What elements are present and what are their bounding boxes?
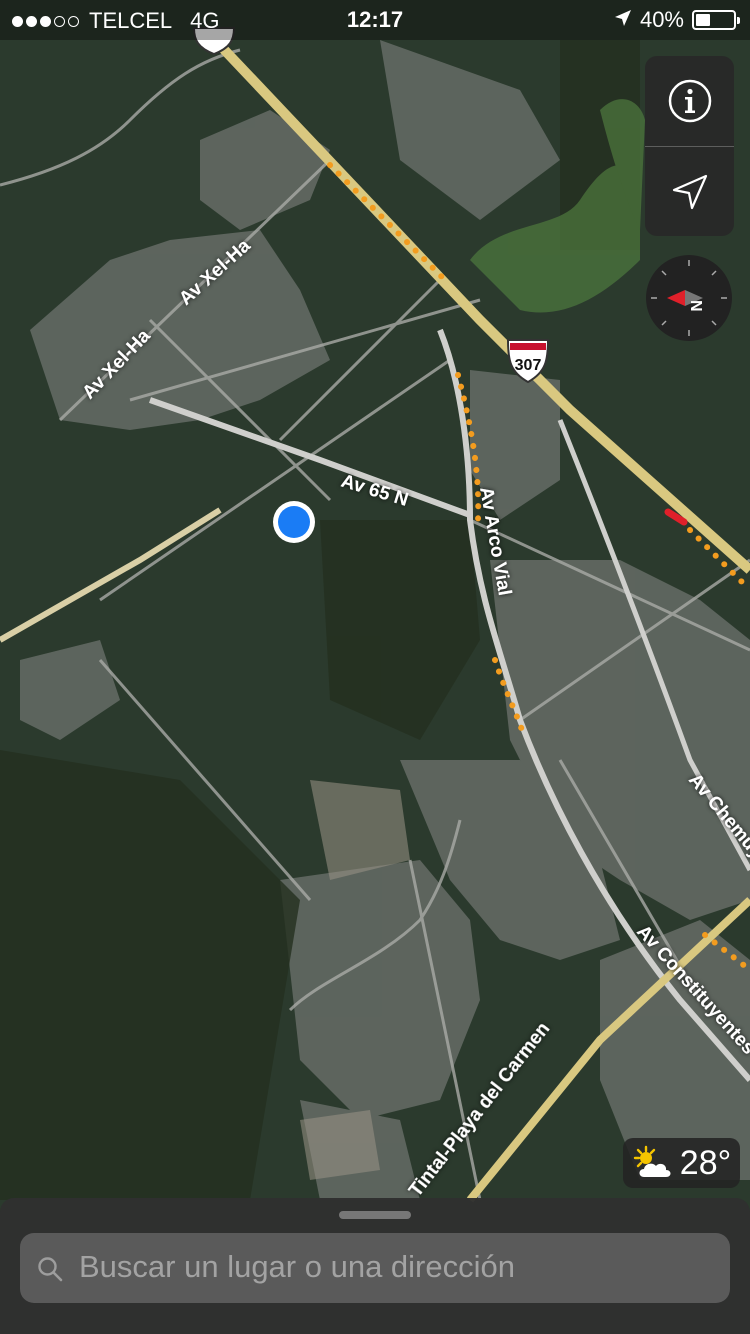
location-tracking-icon xyxy=(672,174,707,209)
satellite-map[interactable]: 307 Av Xel-Ha Av Xel-Ha Av 65 N Av Arco … xyxy=(0,0,750,1334)
highway-shield-number: 307 xyxy=(515,357,542,374)
partly-cloudy-icon xyxy=(633,1145,671,1177)
battery-percent: 40% xyxy=(639,7,684,32)
compass-icon: N xyxy=(646,255,732,341)
info-button[interactable] xyxy=(645,56,734,145)
search-placeholder: Buscar un lugar o una dirección xyxy=(79,1249,515,1284)
status-bar: TELCEL 4G 12:17 40% xyxy=(0,0,750,40)
compass[interactable]: N xyxy=(645,254,733,342)
current-location-dot[interactable] xyxy=(273,501,315,543)
battery-icon xyxy=(692,10,740,30)
info-icon xyxy=(668,79,711,122)
battery-level xyxy=(696,14,710,26)
search-sheet[interactable]: Buscar un lugar o una dirección xyxy=(0,1198,750,1334)
compass-north-label: N xyxy=(687,300,704,312)
search-field[interactable]: Buscar un lugar o una dirección xyxy=(20,1233,730,1303)
sheet-grabber[interactable] xyxy=(339,1211,411,1219)
temperature: 28° xyxy=(679,1143,732,1182)
weather-badge: 28° xyxy=(623,1138,740,1188)
location-arrow-icon xyxy=(614,7,632,33)
map-controls xyxy=(645,56,734,236)
search-icon xyxy=(38,1257,63,1282)
tracking-button[interactable] xyxy=(645,147,734,236)
